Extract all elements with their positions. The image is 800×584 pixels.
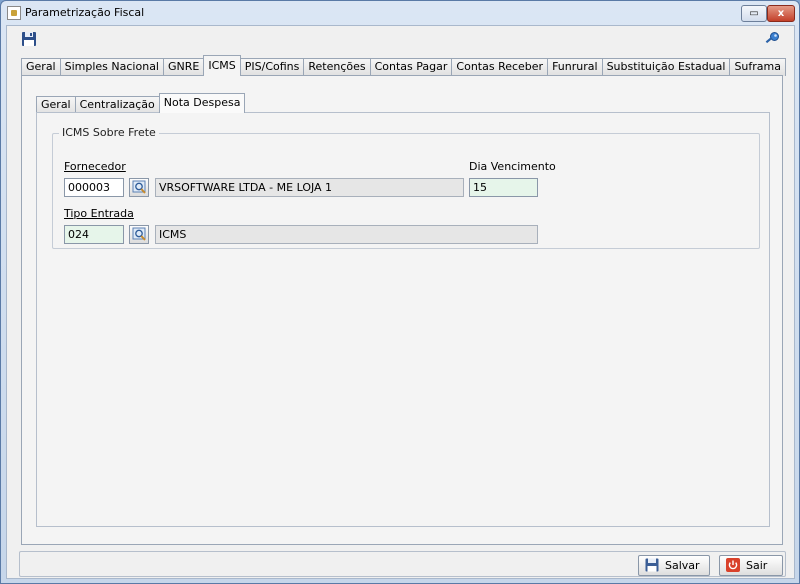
fornecedor-code-input[interactable]: 000003 bbox=[64, 178, 124, 197]
tab-contas-pagar[interactable]: Contas Pagar bbox=[369, 58, 453, 76]
icms-tab-panel: Geral Centralização Nota Despesa ICMS So… bbox=[21, 75, 783, 545]
subtab-centralizacao[interactable]: Centralização bbox=[74, 96, 160, 113]
tab-funrural[interactable]: Funrural bbox=[547, 58, 603, 76]
close-button[interactable]: x bbox=[767, 5, 795, 22]
salvar-button[interactable]: Salvar bbox=[638, 555, 710, 576]
tab-substituicao-estadual[interactable]: Substituição Estadual bbox=[601, 58, 731, 76]
magnifier-icon bbox=[132, 227, 146, 241]
main-tab-bar: Geral Simples Nacional GNRE ICMS PIS/Cof… bbox=[21, 55, 786, 76]
tab-icms[interactable]: ICMS bbox=[203, 55, 241, 76]
dia-vencimento-label: Dia Vencimento bbox=[469, 160, 556, 173]
fornecedor-search-button[interactable] bbox=[129, 178, 149, 197]
maximize-button[interactable]: ▭ bbox=[741, 5, 767, 22]
sub-tab-bar: Geral Centralização Nota Despesa bbox=[36, 93, 246, 113]
tab-contas-receber[interactable]: Contas Receber bbox=[451, 58, 549, 76]
icms-sobre-frete-group: ICMS Sobre Frete Fornecedor 000003 VRSOF… bbox=[52, 126, 760, 249]
footer-bar: Salvar Sair bbox=[19, 551, 786, 577]
tipo-entrada-search-button[interactable] bbox=[129, 225, 149, 244]
title-bar[interactable]: Parametrização Fiscal ▭ x bbox=[1, 1, 799, 25]
tipo-entrada-code-input[interactable]: 024 bbox=[64, 225, 124, 244]
tipo-entrada-label: Tipo Entrada bbox=[64, 207, 134, 220]
magnifier-icon bbox=[132, 180, 146, 194]
power-icon bbox=[726, 558, 740, 572]
dia-vencimento-input[interactable]: 15 bbox=[469, 178, 538, 197]
key-icon[interactable] bbox=[764, 31, 780, 47]
fornecedor-label: Fornecedor bbox=[64, 160, 126, 173]
group-title: ICMS Sobre Frete bbox=[59, 126, 159, 139]
app-icon bbox=[7, 6, 21, 20]
salvar-label: Salvar bbox=[665, 559, 700, 572]
client-area: Geral Simples Nacional GNRE ICMS PIS/Cof… bbox=[6, 25, 795, 579]
floppy-disk-icon[interactable] bbox=[21, 31, 37, 47]
tab-gnre[interactable]: GNRE bbox=[162, 58, 205, 76]
app-window: Parametrização Fiscal ▭ x Geral Simples … bbox=[0, 0, 800, 584]
sair-button[interactable]: Sair bbox=[719, 555, 783, 576]
tab-retencoes[interactable]: Retenções bbox=[303, 58, 371, 76]
floppy-disk-icon bbox=[645, 558, 659, 572]
tab-geral[interactable]: Geral bbox=[21, 58, 61, 76]
subtab-nota-despesa[interactable]: Nota Despesa bbox=[158, 93, 246, 113]
sair-label: Sair bbox=[746, 559, 768, 572]
window-title: Parametrização Fiscal bbox=[25, 6, 145, 19]
tipo-entrada-name-field: ICMS bbox=[155, 225, 538, 244]
fornecedor-name-field: VRSOFTWARE LTDA - ME LOJA 1 bbox=[155, 178, 464, 197]
subtab-geral[interactable]: Geral bbox=[36, 96, 76, 113]
tab-pis-cofins[interactable]: PIS/Cofins bbox=[239, 58, 305, 76]
tab-suframa[interactable]: Suframa bbox=[729, 58, 786, 76]
tab-simples-nacional[interactable]: Simples Nacional bbox=[59, 58, 164, 76]
nota-despesa-panel: ICMS Sobre Frete Fornecedor 000003 VRSOF… bbox=[36, 112, 770, 527]
